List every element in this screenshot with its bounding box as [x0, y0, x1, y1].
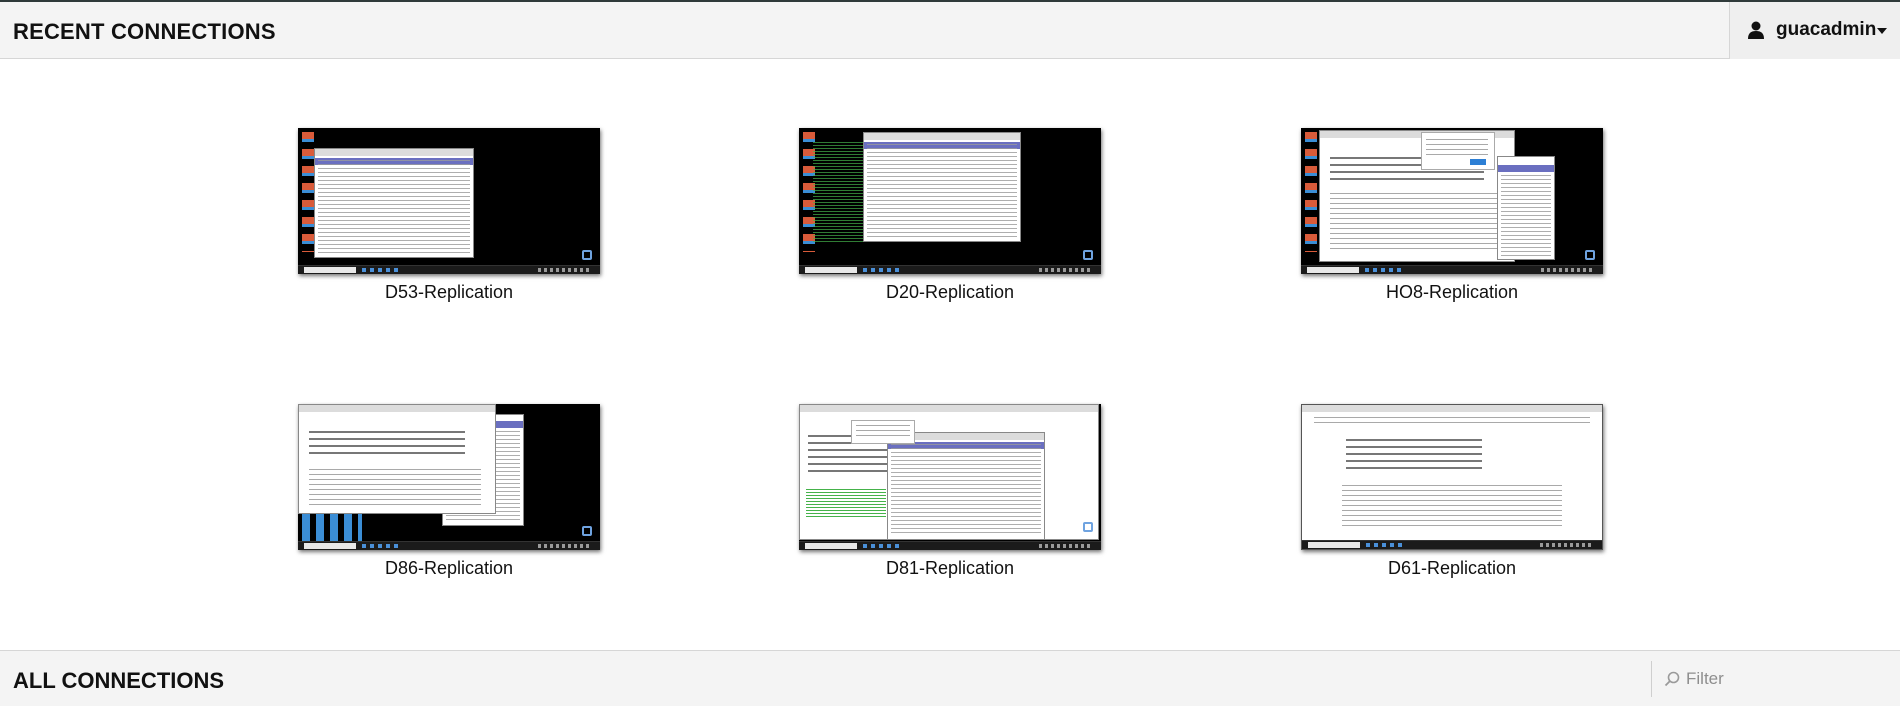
connection-thumbnail	[799, 404, 1101, 550]
filter-box	[1651, 661, 1900, 697]
connection-thumbnail	[1301, 128, 1603, 274]
connection-name: HO8-Replication	[1385, 282, 1519, 302]
connection-tile[interactable]: D86-Replication	[298, 404, 602, 594]
connection-tile[interactable]: D53-Replication	[298, 128, 602, 318]
page-title: RECENT CONNECTIONS	[13, 19, 276, 44]
caret-down-icon	[1877, 28, 1887, 34]
connection-name: D53-Replication	[384, 282, 514, 302]
connection-name: D86-Replication	[384, 558, 514, 578]
search-icon	[1664, 671, 1680, 687]
user-name: guacadmin	[1776, 19, 1877, 40]
section-title: ALL CONNECTIONS	[13, 668, 225, 693]
connection-name: D81-Replication	[885, 558, 1015, 578]
connection-name: D61-Replication	[1387, 558, 1517, 578]
connection-tile[interactable]: D61-Replication	[1301, 404, 1605, 594]
connection-name: D20-Replication	[885, 282, 1015, 302]
user-icon	[1748, 21, 1764, 39]
connection-tile[interactable]: D20-Replication	[799, 128, 1103, 318]
connection-tile[interactable]: HO8-Replication	[1301, 128, 1605, 318]
connection-thumbnail	[298, 128, 600, 274]
all-connections-header: ALL CONNECTIONS	[0, 650, 1900, 706]
connection-thumbnail	[1301, 404, 1603, 550]
connection-tile[interactable]: D81-Replication	[799, 404, 1103, 594]
filter-input[interactable]	[1686, 668, 1886, 690]
connection-thumbnail	[298, 404, 600, 550]
user-menu-button[interactable]: guacadmin	[1729, 2, 1900, 59]
connection-thumbnail	[799, 128, 1101, 274]
recent-connections-grid: D53-Replication D20-Replication HO8-Repl…	[0, 60, 1900, 650]
recent-connections-header: RECENT CONNECTIONS guacadmin	[0, 2, 1900, 59]
